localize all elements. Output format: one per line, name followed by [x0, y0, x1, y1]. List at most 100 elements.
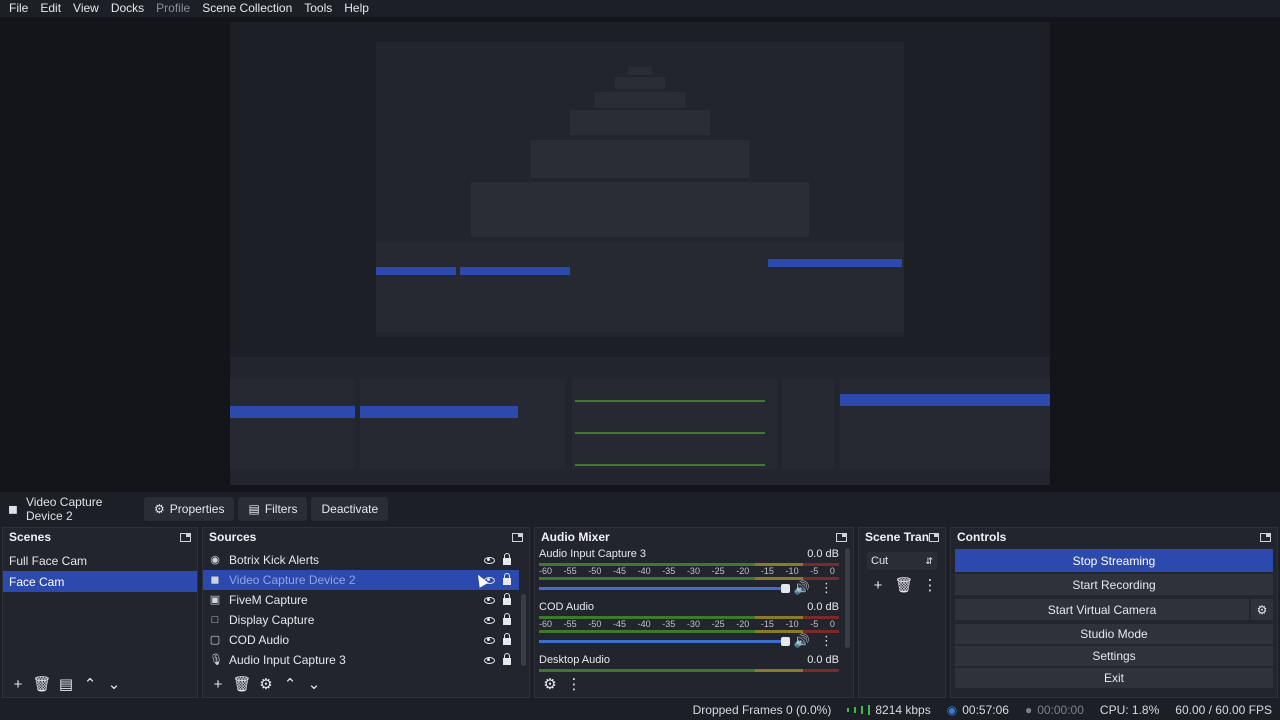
lock-icon[interactable]: [503, 573, 511, 585]
exit-button[interactable]: Exit: [955, 668, 1273, 688]
more-icon[interactable]: ⋮: [921, 576, 939, 594]
speaker-icon[interactable]: 🔊: [794, 633, 810, 649]
eye-icon[interactable]: [484, 596, 495, 604]
lock-icon[interactable]: [503, 633, 511, 645]
start-virtual-camera-button[interactable]: Start Virtual Camera: [955, 599, 1249, 620]
browser-icon: ◉: [210, 554, 220, 566]
trash-icon[interactable]: 🗑: [32, 675, 51, 693]
add-icon[interactable]: +: [869, 576, 887, 594]
volume-meter: [539, 669, 839, 672]
gear-icon[interactable]: ⚙: [257, 675, 275, 693]
menu-profile[interactable]: Profile: [150, 0, 196, 17]
source-item-selected[interactable]: ◼ Video Capture Device 2: [203, 570, 519, 590]
speaker-icon[interactable]: 🔊: [794, 580, 810, 596]
chevron-down-icon[interactable]: ⌄: [305, 675, 323, 693]
scene-item-face-cam[interactable]: Face Cam: [3, 571, 197, 592]
deactivate-button[interactable]: Deactivate: [311, 497, 389, 521]
signal-bars-icon: [847, 705, 871, 715]
undock-icon[interactable]: [512, 532, 523, 542]
transition-toolbar: + 🗑 ⋮: [859, 570, 945, 595]
stop-streaming-button[interactable]: Stop Streaming: [955, 549, 1273, 572]
undock-icon[interactable]: [929, 532, 939, 542]
stream-icon: ◉: [946, 703, 958, 717]
eye-icon[interactable]: [484, 616, 495, 624]
menu-bar: File Edit View Docks Profile Scene Colle…: [0, 0, 1280, 17]
chevron-up-icon[interactable]: ⌃: [81, 675, 99, 693]
virtual-camera-gear-icon[interactable]: ⚙: [1251, 599, 1273, 620]
source-label: Audio Input Capture 3: [229, 653, 346, 667]
filter-icon: ▤: [248, 502, 260, 516]
lock-icon[interactable]: [503, 613, 511, 625]
microphone-icon: 🎙: [209, 654, 223, 666]
scene-list: Full Face Cam Face Cam: [3, 550, 197, 592]
lock-icon[interactable]: [503, 553, 511, 565]
filters-button[interactable]: ▤ Filters: [238, 497, 308, 521]
properties-button[interactable]: ⚙ Properties: [144, 497, 235, 521]
preview-canvas[interactable]: [230, 22, 1050, 485]
fps: 60.00 / 60.00 FPS: [1175, 703, 1272, 717]
more-icon[interactable]: ⋮: [814, 633, 839, 649]
scene-filter-icon[interactable]: ▤: [57, 675, 75, 693]
menu-help[interactable]: Help: [338, 0, 375, 17]
chevron-up-icon[interactable]: ⌃: [281, 675, 299, 693]
volume-slider[interactable]: [539, 583, 790, 593]
studio-mode-button[interactable]: Studio Mode: [955, 624, 1273, 644]
sources-dock-title: Sources: [203, 528, 529, 546]
eye-icon[interactable]: [484, 656, 495, 664]
settings-button[interactable]: Settings: [955, 646, 1273, 666]
display-icon: □: [211, 614, 219, 626]
source-item[interactable]: ▢ COD Audio: [203, 630, 519, 650]
preview-area[interactable]: [0, 17, 1280, 492]
more-icon[interactable]: ⋮: [814, 580, 839, 596]
menu-edit[interactable]: Edit: [34, 0, 67, 17]
source-item[interactable]: 🎙 Audio Input Capture 3: [203, 650, 519, 670]
source-item[interactable]: □ Display Capture: [203, 610, 519, 630]
scenes-title: Scenes: [9, 530, 52, 544]
bitrate: 8214 kbps: [847, 703, 931, 717]
scenes-dock-title: Scenes: [3, 528, 197, 546]
trash-icon[interactable]: 🗑: [894, 576, 913, 594]
source-label: COD Audio: [229, 633, 290, 647]
eye-icon[interactable]: [484, 636, 495, 644]
advanced-audio-icon[interactable]: ⚙: [541, 675, 559, 693]
menu-file[interactable]: File: [3, 0, 34, 17]
volume-slider[interactable]: [539, 636, 790, 646]
properties-label: Properties: [169, 502, 225, 516]
start-recording-button[interactable]: Start Recording: [955, 574, 1273, 595]
controls-title: Controls: [957, 530, 1007, 544]
transitions-title-bar: Scene Tran...: [859, 528, 945, 546]
undock-icon[interactable]: [180, 532, 191, 542]
add-icon[interactable]: +: [209, 675, 227, 693]
deactivate-label: Deactivate: [321, 502, 379, 516]
eye-icon[interactable]: [484, 556, 495, 564]
menu-scene-collection[interactable]: Scene Collection: [196, 0, 298, 17]
source-label: FiveM Capture: [229, 593, 308, 607]
lock-icon[interactable]: [503, 593, 511, 605]
mixer-scrollbar[interactable]: [845, 548, 850, 648]
transitions-title: Scene Tran...: [865, 530, 929, 544]
dropped-frames: Dropped Frames 0 (0.0%): [692, 703, 832, 717]
virtual-camera-row: Start Virtual Camera ⚙: [951, 597, 1277, 622]
audio-mixer-title-bar: Audio Mixer: [535, 528, 853, 546]
context-source: ◼ Video Capture Device 2: [0, 495, 140, 523]
undock-icon[interactable]: [836, 532, 847, 542]
mixer-toolbar: ⚙ ⋮: [535, 675, 583, 693]
lock-icon[interactable]: [503, 653, 511, 665]
more-icon[interactable]: ⋮: [565, 675, 583, 693]
source-label: Display Capture: [229, 613, 315, 627]
trash-icon[interactable]: 🗑: [232, 675, 251, 693]
chevron-down-icon[interactable]: ⌄: [105, 675, 123, 693]
source-item[interactable]: ▣ FiveM Capture: [203, 590, 519, 610]
controls-dock: Controls Stop Streaming Start Recording …: [950, 527, 1278, 698]
scene-item-full-face-cam[interactable]: Full Face Cam: [3, 550, 197, 571]
add-icon[interactable]: +: [9, 675, 27, 693]
volume-meter: [539, 630, 839, 633]
undock-icon[interactable]: [1260, 532, 1271, 542]
speaker-icon: ▢: [209, 634, 221, 646]
menu-docks[interactable]: Docks: [105, 0, 150, 17]
source-item[interactable]: ◉ Botrix Kick Alerts: [203, 550, 519, 570]
transition-select[interactable]: Cut ⇵: [867, 552, 937, 570]
menu-tools[interactable]: Tools: [298, 0, 338, 17]
menu-view[interactable]: View: [67, 0, 105, 17]
sources-scrollbar[interactable]: [521, 594, 526, 666]
